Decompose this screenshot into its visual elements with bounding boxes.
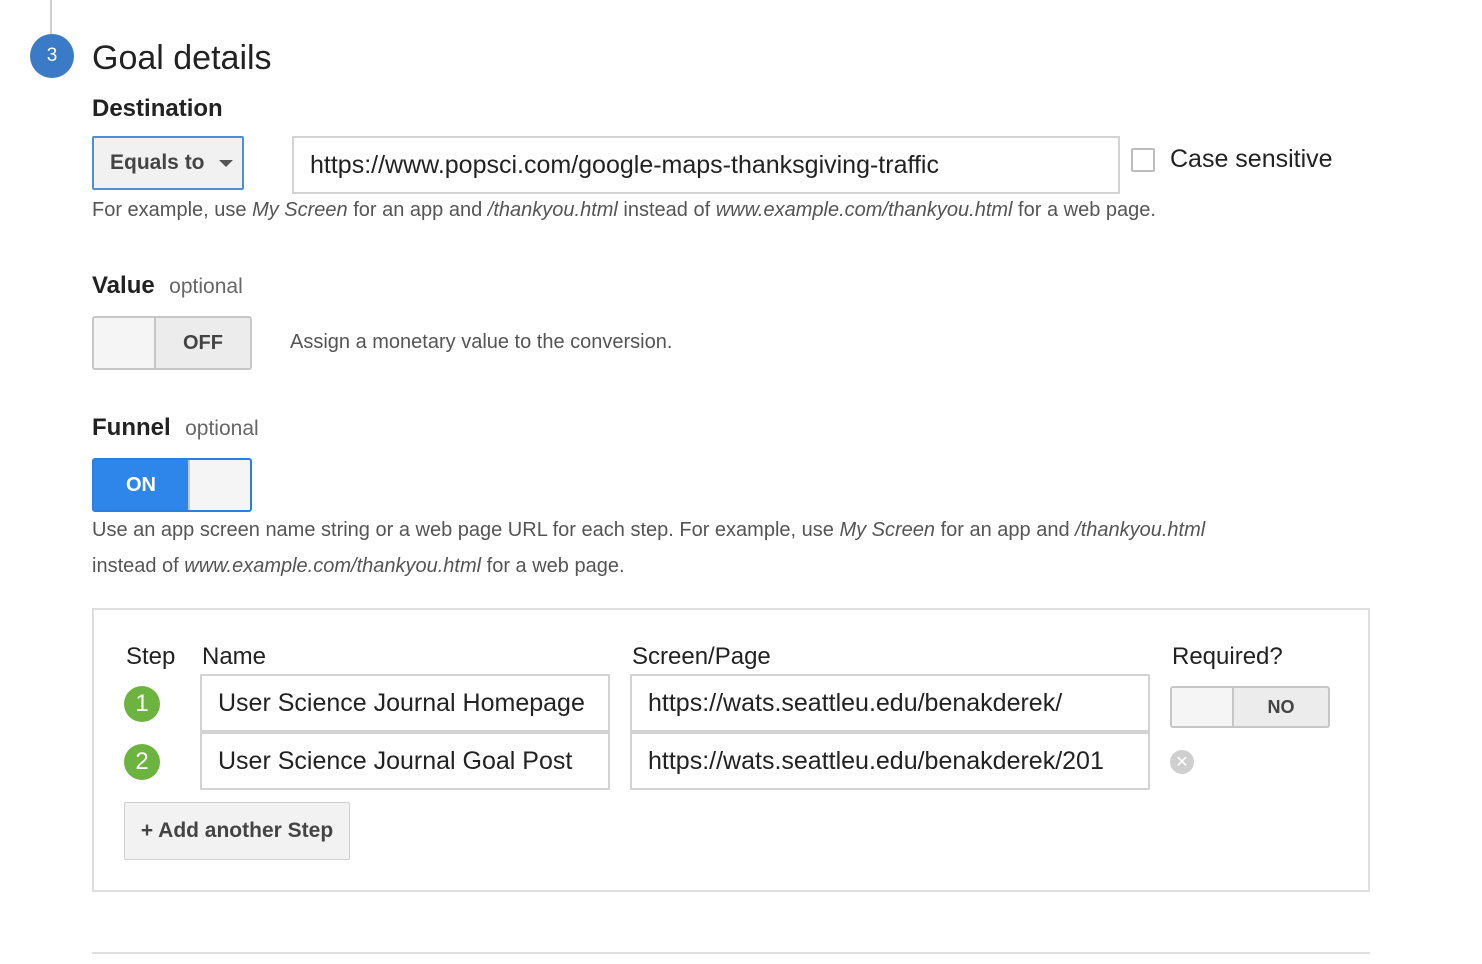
value-heading: Value optional [92,272,243,300]
step-1-name-value: User Science Journal Homepage [218,688,585,717]
step-1-required-toggle[interactable]: NO [1170,686,1330,728]
step-1-name-input[interactable]: User Science Journal Homepage [200,674,610,732]
required-toggle-knob [1172,688,1234,726]
step-2-screen-input[interactable]: https://wats.seattleu.edu/benakderek/201 [630,732,1150,790]
column-header-name: Name [202,643,267,670]
close-circle-icon[interactable]: ✕ [1170,750,1194,774]
step-2-number: 2 [124,744,160,780]
add-step-button[interactable]: + Add another Step [124,802,350,860]
required-toggle-state: NO [1267,696,1295,717]
value-label: Value [92,272,155,299]
funnel-heading: Funnel optional [92,414,259,442]
column-header-step: Step [126,643,176,670]
section-title: Goal details [92,39,272,77]
destination-help-text: For example, use My Screen for an app an… [92,199,1156,221]
funnel-toggle-knob [188,460,250,510]
case-sensitive-label: Case sensitive [1170,145,1333,173]
timeline-line [50,0,52,36]
funnel-optional: optional [185,417,259,440]
match-type-dropdown[interactable]: Equals to [92,136,244,190]
funnel-label: Funnel [92,414,171,441]
step-1-number: 1 [124,686,160,722]
value-toggle[interactable]: OFF [92,316,252,370]
destination-input-value: https://www.popsci.com/google-maps-thank… [310,150,939,179]
destination-label: Destination [92,95,223,122]
funnel-toggle[interactable]: ON [92,458,252,512]
bottom-divider [92,952,1370,954]
step-number-badge: 3 [30,34,74,78]
step-2-screen-value: https://wats.seattleu.edu/benakderek/201 [648,746,1104,775]
funnel-help-text: Use an app screen name string or a web p… [92,519,1206,577]
value-toggle-knob [94,318,156,368]
funnel-toggle-state: ON [126,473,156,496]
caret-down-icon [218,159,233,167]
column-header-screen: Screen/Page [632,643,771,670]
value-toggle-state: OFF [183,331,223,354]
match-type-value: Equals to [110,151,205,174]
column-header-required: Required? [1172,643,1283,670]
destination-input[interactable]: https://www.popsci.com/google-maps-thank… [292,136,1120,194]
step-1-screen-input[interactable]: https://wats.seattleu.edu/benakderek/ [630,674,1150,732]
value-description: Assign a monetary value to the conversio… [290,331,673,353]
value-optional: optional [169,275,243,298]
case-sensitive-checkbox[interactable] [1131,148,1155,172]
step-2-name-input[interactable]: User Science Journal Goal Post [200,732,610,790]
step-1-screen-value: https://wats.seattleu.edu/benakderek/ [648,688,1063,717]
step-2-name-value: User Science Journal Goal Post [218,746,573,775]
